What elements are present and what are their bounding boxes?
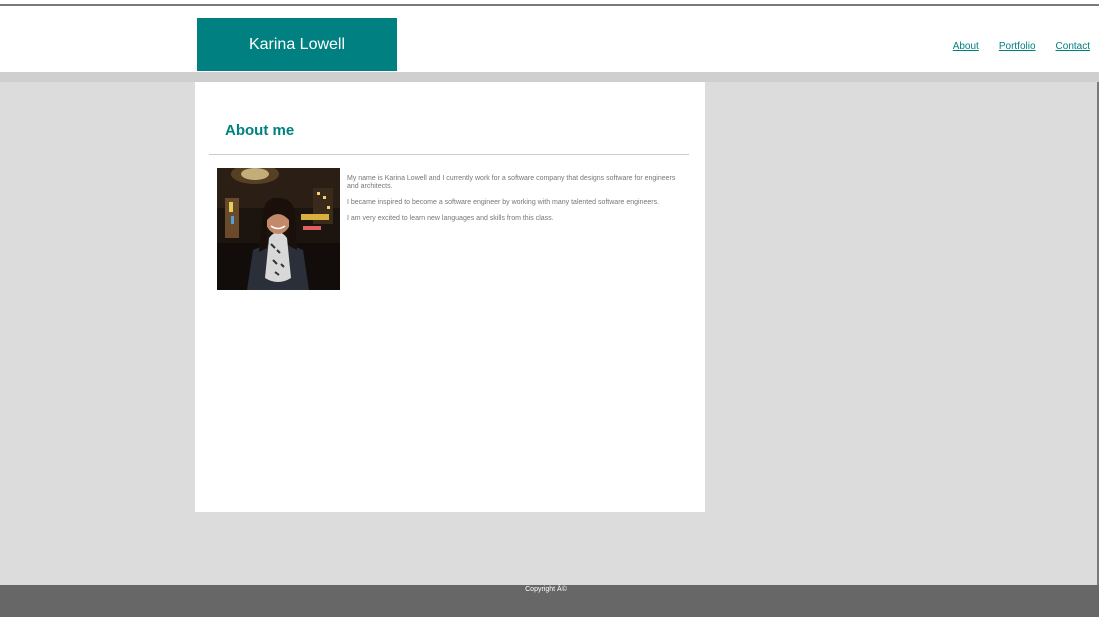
- main-nav: About Portfolio Contact: [953, 41, 1090, 52]
- header-shadow: [0, 72, 1099, 82]
- profile-photo: [217, 168, 340, 290]
- copyright-text: Copyright Â©: [525, 586, 567, 593]
- nav-link-portfolio[interactable]: Portfolio: [999, 41, 1036, 52]
- bio-text: My name is Karina Lowell and I currently…: [347, 175, 687, 231]
- page: Karina Lowell About Portfolio Contact Ab…: [0, 0, 1105, 617]
- bio-paragraph: I am very excited to learn new languages…: [347, 215, 554, 222]
- site-logo[interactable]: Karina Lowell: [197, 18, 397, 71]
- nav-link-contact[interactable]: Contact: [1056, 41, 1090, 52]
- bio-paragraph: My name is Karina Lowell and I currently…: [347, 175, 676, 190]
- bio-paragraph: I became inspired to become a software e…: [347, 199, 660, 206]
- logo-text: Karina Lowell: [248, 35, 346, 53]
- nav-link-about[interactable]: About: [953, 41, 979, 52]
- right-edge-strip: [1099, 0, 1105, 617]
- site-header: Karina Lowell About Portfolio Contact: [0, 6, 1099, 72]
- heading-divider: [209, 154, 689, 155]
- site-footer: Copyright Â©: [0, 585, 1099, 617]
- about-section: About me My name is Karina Lowell and I …: [195, 82, 705, 512]
- section-heading: About me: [225, 122, 295, 139]
